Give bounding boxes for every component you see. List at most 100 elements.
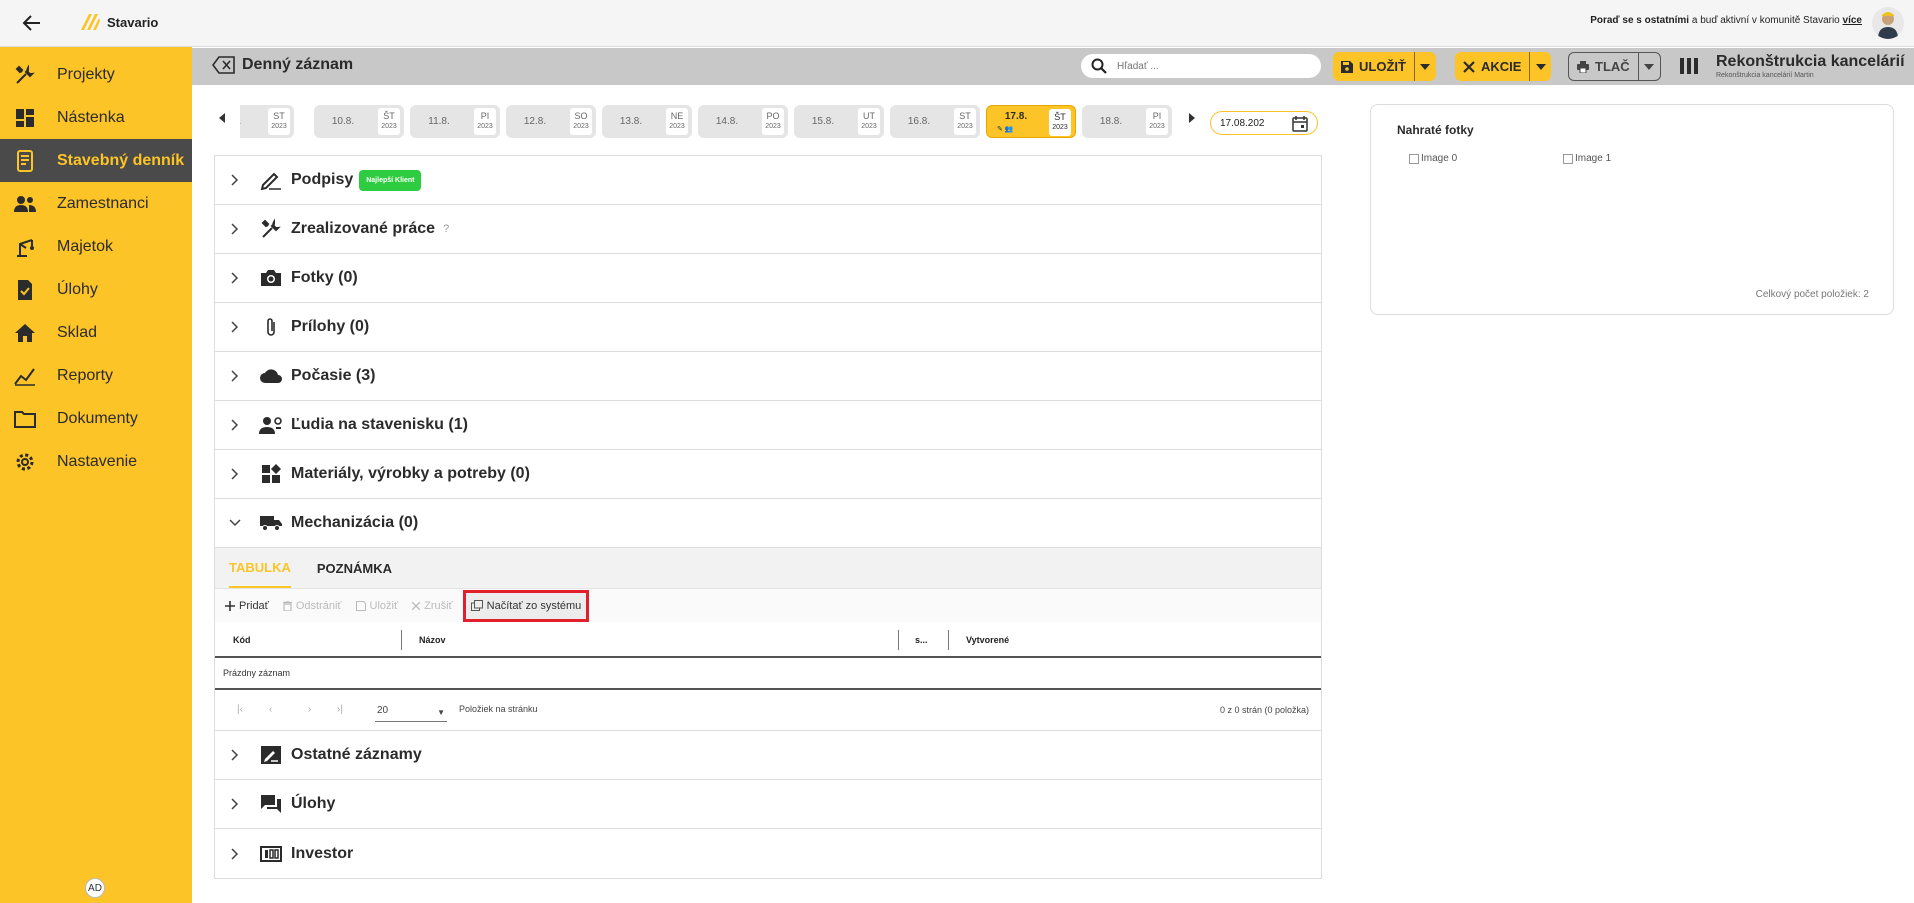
section-zrealizovane-prace[interactable]: Zrealizované práce ? [215, 205, 1321, 254]
calendar-icon[interactable] [1292, 116, 1308, 132]
date-weekday: PI [480, 111, 490, 121]
date-item[interactable]: 15.8. UT 2023 [794, 105, 884, 138]
date-item-selected[interactable]: 17.8. ✎ 👥 ŠT 2023 [986, 105, 1076, 138]
note-edit-icon [259, 743, 283, 767]
page-size-select[interactable]: 20 ▼ [375, 698, 447, 722]
sidebar-item-nastenka[interactable]: Nástenka [0, 96, 192, 139]
column-kod[interactable]: Kód [233, 635, 251, 645]
date-next-button[interactable] [1182, 113, 1202, 123]
add-button[interactable]: Pridať [225, 600, 269, 612]
date-item[interactable]: 18.8. PI 2023 [1082, 105, 1172, 138]
date-item[interactable]: 16.8. ST 2023 [890, 105, 980, 138]
sidebar-item-majetok[interactable]: Majetok [0, 225, 192, 268]
last-page-icon[interactable]: ›| [337, 704, 343, 715]
column-vytvorene[interactable]: Vytvorené [966, 635, 1009, 645]
date-weekday: ŠT [1054, 112, 1066, 122]
grid-save-button[interactable]: Uložiť [355, 600, 398, 612]
date-prev-button[interactable] [212, 113, 232, 123]
paperclip-icon [259, 315, 283, 339]
date-year: 2023 [477, 123, 493, 130]
column-nazov[interactable]: Názov [419, 635, 446, 645]
section-ostatne-zaznamy[interactable]: Ostatné záznamy [215, 731, 1321, 780]
pager: |‹ ‹ › ›| 20 ▼ Položiek na stránku 0 z 0… [215, 690, 1321, 730]
chevron-right-icon [215, 419, 255, 431]
search-icon [1091, 58, 1107, 74]
tab-tabulka[interactable]: TABULKA [229, 548, 291, 588]
column-separator[interactable] [948, 630, 949, 650]
next-page-icon[interactable]: › [308, 704, 311, 715]
sidebar-item-dokumenty[interactable]: Dokumenty [0, 397, 192, 440]
sidebar-item-projekty[interactable]: Projekty [0, 53, 192, 96]
tools-icon [1463, 60, 1475, 73]
date-weekday: NE [670, 111, 684, 121]
section-label: Ostatné záznamy [291, 746, 422, 763]
column-s[interactable]: s... [915, 635, 928, 645]
top-bar: Stavario Poraď se s ostatními a buď akti… [0, 0, 1914, 47]
community-link[interactable]: více [1843, 15, 1862, 26]
sidebar-item-sklad[interactable]: Sklad [0, 311, 192, 354]
date-day: 16.8. [907, 116, 931, 127]
back-arrow-icon[interactable] [20, 11, 44, 35]
column-separator[interactable] [401, 630, 402, 650]
sidebar-item-ulohy[interactable]: Úlohy [0, 268, 192, 311]
brand[interactable]: Stavario [79, 12, 158, 32]
print-dropdown-button[interactable] [1637, 53, 1660, 80]
chevron-right-icon [215, 321, 255, 333]
save-dropdown-button[interactable] [1413, 52, 1436, 81]
first-page-icon[interactable]: |‹ [237, 704, 243, 715]
chevron-right-icon [215, 749, 255, 761]
sidebar-item-stavebny-dennik[interactable]: Stavebný denník [0, 139, 192, 182]
date-item[interactable]: 9.8. ST 2023 [240, 105, 294, 138]
date-picker-field[interactable]: 17.08.202 [1210, 111, 1318, 135]
photo-thumbnail[interactable]: Image 1 [1563, 153, 1611, 164]
search-input[interactable] [1117, 60, 1287, 72]
chart-icon [14, 365, 36, 387]
actions-button[interactable]: AKCIE [1455, 52, 1529, 81]
sidebar-item-reporty[interactable]: Reporty [0, 354, 192, 397]
date-day: 15.8. [811, 116, 835, 127]
folder-icon [14, 408, 36, 430]
close-record-icon[interactable] [212, 56, 236, 74]
section-mechanizacia[interactable]: Mechanizácia (0) [215, 499, 1321, 548]
photo-thumbnail[interactable]: Image 0 [1409, 153, 1457, 164]
date-item[interactable]: 13.8. NE 2023 [602, 105, 692, 138]
cancel-button[interactable]: Zrušiť [412, 600, 453, 612]
sidebar-item-label: Majetok [57, 237, 114, 255]
section-prilohy[interactable]: Prílohy (0) [215, 303, 1321, 352]
column-separator[interactable] [898, 630, 899, 650]
date-item[interactable]: 10.8. ŠT 2023 [314, 105, 404, 138]
date-item[interactable]: 12.8. SO 2023 [506, 105, 596, 138]
print-button[interactable]: TLAČ [1569, 53, 1638, 80]
section-materialy[interactable]: Materiály, výrobky a potreby (0) [215, 450, 1321, 499]
section-pocasie[interactable]: Počasie (3) [215, 352, 1321, 401]
save-button[interactable]: ULOŽIŤ [1333, 52, 1414, 81]
section-fotky[interactable]: Fotky (0) [215, 254, 1321, 303]
section-podpisy[interactable]: Podpisy Najlepší Klient [215, 156, 1321, 205]
section-ulohy[interactable]: Úlohy [215, 780, 1321, 829]
load-from-system-button[interactable]: Načítať zo systému [462, 589, 590, 622]
brand-name: Stavario [107, 14, 159, 30]
columns-icon[interactable] [1680, 58, 1698, 74]
help-icon[interactable]: ? [443, 223, 449, 235]
close-icon [412, 601, 421, 610]
actions-dropdown-button[interactable] [1529, 52, 1551, 81]
money-icon [259, 842, 283, 866]
user-avatar[interactable] [1872, 7, 1904, 39]
date-weekday: ŠT [383, 111, 395, 121]
date-item[interactable]: 14.8. PO 2023 [698, 105, 788, 138]
search-box[interactable] [1081, 54, 1321, 78]
section-investor[interactable]: Investor [215, 829, 1321, 878]
remove-button[interactable]: Odstrániť [282, 600, 342, 612]
sidebar-item-zamestnanci[interactable]: Zamestnanci [0, 182, 192, 225]
sidebar-item-nastavenie[interactable]: Nastavenie [0, 440, 192, 483]
prev-page-icon[interactable]: ‹ [269, 704, 272, 715]
date-day: 14.8. [715, 116, 739, 127]
date-weekday: PO [766, 111, 780, 121]
section-ludia[interactable]: Ľudia na stavenisku (1) [215, 401, 1321, 450]
date-item[interactable]: 11.8. PI 2023 [410, 105, 500, 138]
section-label: Fotky (0) [291, 269, 358, 286]
tab-poznamka[interactable]: POZNÁMKA [317, 548, 392, 588]
caret-down-icon: ▼ [437, 708, 445, 717]
sidebar-item-label: Zamestnanci [57, 194, 149, 212]
user-initials[interactable]: AD [85, 878, 105, 898]
